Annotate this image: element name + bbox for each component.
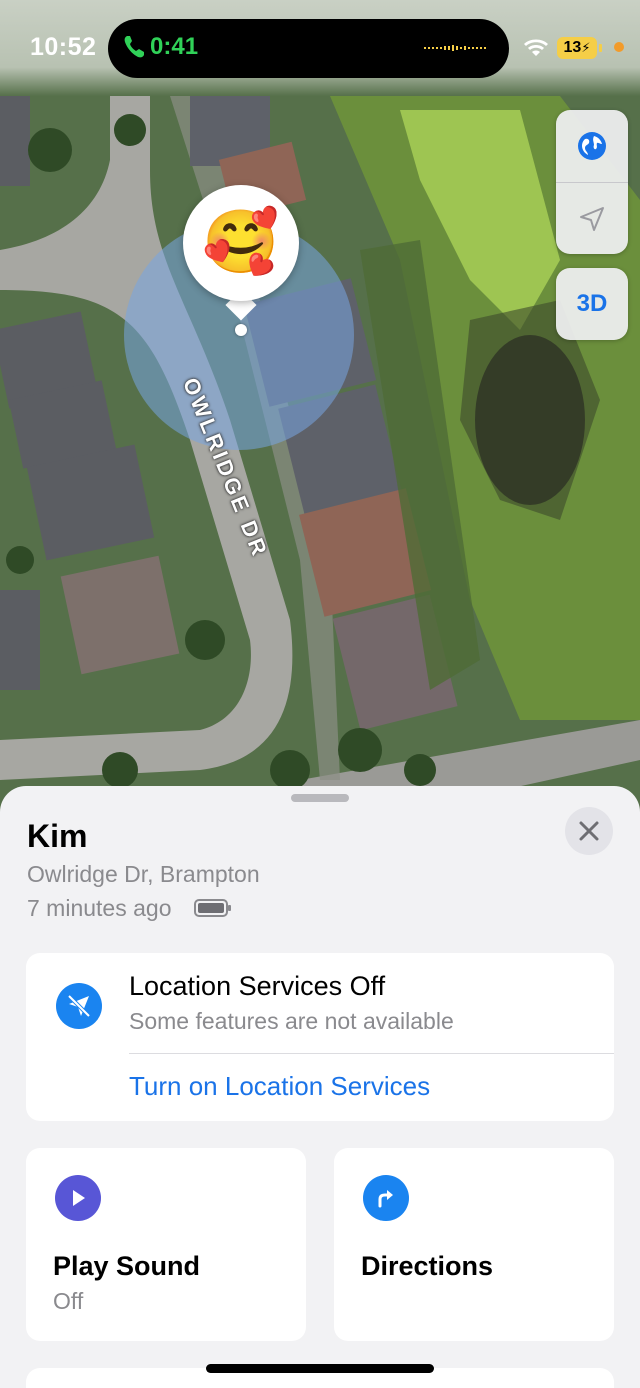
close-button[interactable]	[565, 807, 613, 855]
phone-icon	[124, 36, 144, 58]
person-name: Kim	[27, 818, 88, 854]
device-battery-icon	[194, 899, 231, 917]
3d-button[interactable]: 3D	[556, 268, 628, 340]
close-icon	[579, 821, 599, 841]
sheet-grabber[interactable]	[291, 794, 349, 802]
person-detail-sheet: Kim Owlridge Dr, Brampton 7 minutes ago …	[0, 786, 640, 1388]
location-services-subtitle: Some features are not available	[129, 1008, 454, 1034]
play-sound-title: Play Sound	[53, 1251, 201, 1281]
map-controls	[556, 110, 628, 254]
play-icon	[55, 1175, 101, 1221]
call-timer: 0:41	[150, 33, 199, 60]
satellite-map[interactable]: OWLRIDGE DR 🥰 3D	[0, 0, 640, 830]
audio-waveform-icon	[424, 45, 486, 51]
card-divider	[129, 1053, 614, 1054]
directions-button[interactable]: Directions	[334, 1148, 614, 1341]
directions-arrow-icon	[363, 1175, 409, 1221]
map-mode-button[interactable]	[556, 110, 628, 182]
battery-cap	[599, 44, 602, 52]
privacy-indicator-dot	[614, 42, 624, 52]
clock: 10:52	[30, 33, 97, 61]
status-bar: 10:52 0:41 13⚡	[0, 0, 640, 96]
person-address: Owlridge Dr, Brampton	[27, 861, 260, 887]
turn-on-location-link[interactable]: Turn on Location Services	[129, 1071, 430, 1102]
home-indicator[interactable]	[206, 1364, 434, 1373]
person-pin[interactable]: 🥰	[183, 185, 299, 301]
directions-title: Directions	[361, 1251, 494, 1281]
battery-level: 13	[563, 39, 582, 56]
wifi-icon	[524, 39, 548, 56]
location-services-title: Location Services Off	[129, 971, 386, 1001]
play-sound-status: Off	[53, 1288, 84, 1314]
last-seen-time: 7 minutes ago	[27, 895, 172, 921]
battery-indicator: 13⚡	[557, 37, 597, 59]
location-off-icon	[56, 983, 102, 1029]
charging-bolt-icon: ⚡	[581, 40, 591, 55]
track-location-button[interactable]	[556, 183, 628, 255]
emoji-avatar: 🥰	[202, 208, 280, 277]
globe-icon	[578, 132, 606, 160]
play-sound-button[interactable]: Play Sound Off	[26, 1148, 306, 1341]
location-arrow-icon	[580, 207, 604, 231]
location-dot	[235, 324, 247, 336]
location-services-card: Location Services Off Some features are …	[26, 953, 614, 1121]
